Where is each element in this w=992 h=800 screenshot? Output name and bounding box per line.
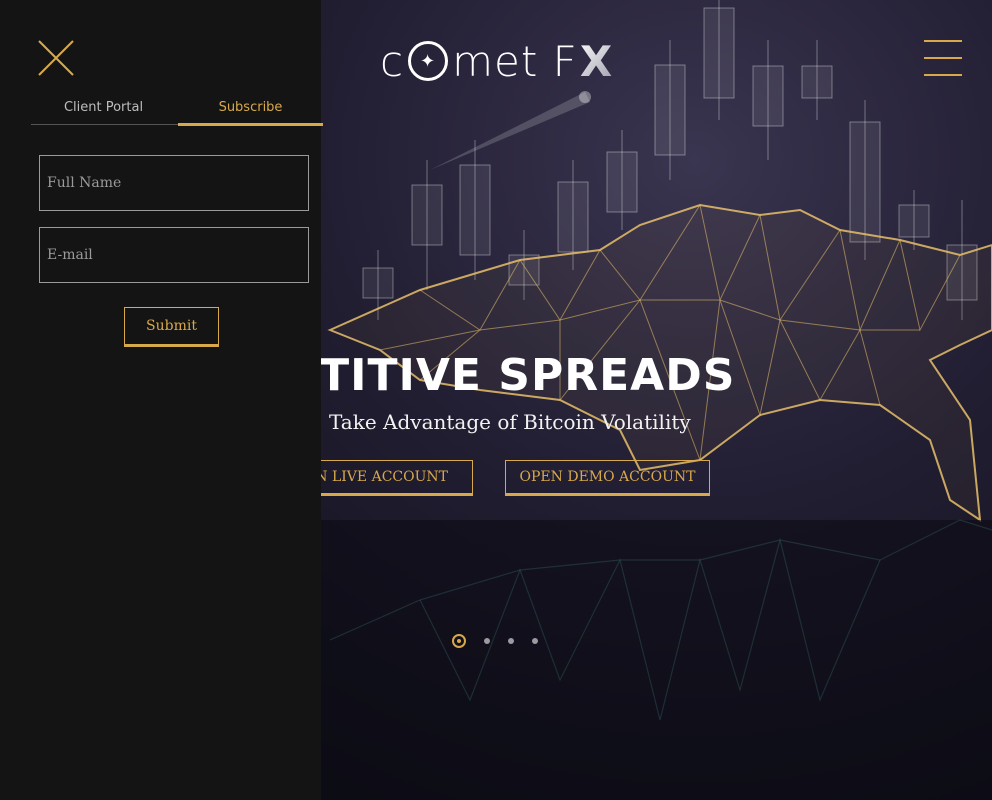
side-panel: Client Portal Subscribe Submit <box>0 0 323 800</box>
tab-client-portal[interactable]: Client Portal <box>31 100 176 123</box>
carousel-dot-3[interactable] <box>508 638 514 644</box>
brand-logo[interactable]: c met F X <box>380 36 613 86</box>
carousel-dot-2[interactable] <box>484 638 490 644</box>
close-icon[interactable] <box>38 40 74 76</box>
carousel-dot-4[interactable] <box>532 638 538 644</box>
open-demo-account-button[interactable]: OPEN DEMO ACCOUNT <box>505 460 710 496</box>
logo-text: met F <box>452 36 578 86</box>
email-field[interactable] <box>39 227 309 283</box>
full-name-field[interactable] <box>39 155 309 211</box>
carousel-dot-1[interactable] <box>452 634 466 648</box>
logo-letter-c: c <box>380 36 405 86</box>
hamburger-menu-icon[interactable] <box>924 40 962 76</box>
panel-tabs: Client Portal Subscribe <box>31 96 323 126</box>
submit-button[interactable]: Submit <box>124 307 219 347</box>
logo-seal-icon <box>408 41 449 81</box>
tab-subscribe[interactable]: Subscribe <box>178 100 323 126</box>
hero-subtitle: Take Advantage of Bitcoin Volatility <box>329 410 691 434</box>
logo-x: X <box>579 36 614 86</box>
